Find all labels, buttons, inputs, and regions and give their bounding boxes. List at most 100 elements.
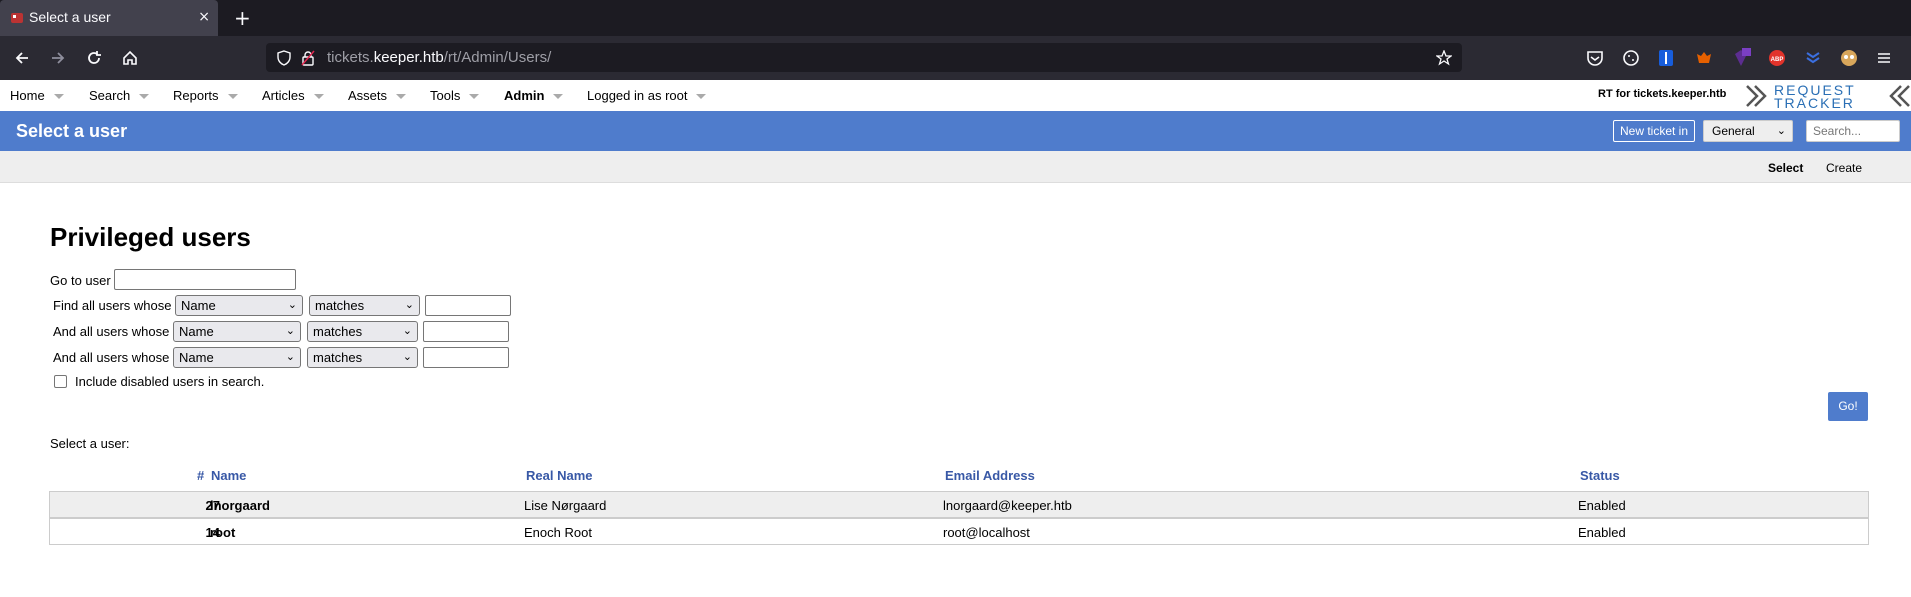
rt-for-label: RT for tickets.keeper.htb bbox=[1598, 88, 1727, 100]
close-icon[interactable]: × bbox=[198, 9, 210, 25]
user-real-name: Enoch Root bbox=[524, 525, 592, 540]
chevron-down-icon bbox=[53, 94, 64, 100]
rt-menu-bar: Home Search Reports Articles Assets Tool… bbox=[0, 80, 1911, 110]
chevron-down-icon bbox=[139, 94, 150, 100]
menu-tools-label: Tools bbox=[430, 88, 461, 103]
operator-select-1-value: matches bbox=[315, 298, 365, 313]
browser-tab[interactable]: Select a user × bbox=[0, 0, 218, 36]
menu-assets[interactable]: Assets bbox=[348, 88, 407, 103]
lock-icon[interactable] bbox=[300, 50, 316, 66]
user-status: Enabled bbox=[1578, 498, 1626, 513]
menu-icon[interactable] bbox=[1874, 48, 1894, 68]
menu-search-label: Search bbox=[89, 88, 131, 103]
include-disabled-checkbox[interactable] bbox=[54, 375, 67, 388]
profile-icon[interactable] bbox=[1839, 48, 1859, 68]
star-icon[interactable] bbox=[1436, 50, 1452, 66]
browser-tab-bar: Select a user × + bbox=[0, 0, 1911, 36]
go-button[interactable]: Go! bbox=[1828, 392, 1868, 421]
menu-articles[interactable]: Articles bbox=[262, 88, 324, 103]
queue-select[interactable]: General ⌄ bbox=[1703, 120, 1793, 142]
and-users-label-1: And all users whose bbox=[53, 324, 170, 339]
menu-search[interactable]: Search bbox=[89, 88, 150, 103]
menu-home-label: Home bbox=[10, 88, 45, 103]
go-to-user-input[interactable] bbox=[114, 269, 296, 290]
search-input[interactable]: Search... bbox=[1806, 120, 1900, 142]
table-row: 27 lnorgaard Lise Nørgaard lnorgaard@kee… bbox=[49, 491, 1869, 518]
user-email: root@localhost bbox=[943, 525, 1030, 540]
menu-tools[interactable]: Tools bbox=[430, 88, 480, 103]
url-bar[interactable]: tickets.keeper.htb/rt/Admin/Users/ bbox=[266, 43, 1462, 72]
menu-assets-label: Assets bbox=[348, 88, 388, 103]
reload-icon[interactable] bbox=[84, 48, 104, 68]
column-header-name[interactable]: Name bbox=[211, 468, 246, 483]
back-arrow-icon[interactable] bbox=[12, 48, 32, 68]
table-row: 14 root Enoch Root root@localhost Enable… bbox=[49, 518, 1869, 545]
bitwarden-icon[interactable] bbox=[1656, 48, 1676, 68]
field-select-2-value: Name bbox=[179, 324, 214, 339]
select-a-user-label: Select a user: bbox=[50, 436, 130, 451]
forward-arrow-icon[interactable] bbox=[48, 48, 68, 68]
chevron-down-icon: ⌄ bbox=[404, 299, 414, 311]
field-select-3-value: Name bbox=[179, 350, 214, 365]
find-users-label: Find all users whose bbox=[53, 298, 172, 313]
wappalyzer-icon[interactable] bbox=[1803, 48, 1823, 68]
page-header: Select a user New ticket in General ⌄ Se… bbox=[0, 111, 1911, 151]
hacktools-icon[interactable] bbox=[1731, 48, 1751, 68]
url-path: /rt/Admin/Users/ bbox=[443, 49, 552, 66]
svg-text:ABP: ABP bbox=[1771, 57, 1784, 63]
cookie-icon[interactable] bbox=[1621, 48, 1641, 68]
browser-nav-bar: tickets.keeper.htb/rt/Admin/Users/ ABP bbox=[0, 36, 1911, 80]
user-email: lnorgaard@keeper.htb bbox=[943, 498, 1072, 513]
operator-select-1[interactable]: matches ⌄ bbox=[309, 295, 420, 316]
value-input-1[interactable] bbox=[425, 295, 511, 316]
menu-articles-label: Articles bbox=[262, 88, 305, 103]
value-input-2[interactable] bbox=[423, 321, 509, 342]
home-icon[interactable] bbox=[120, 48, 140, 68]
operator-select-2[interactable]: matches ⌄ bbox=[307, 321, 418, 342]
chevron-down-icon bbox=[553, 94, 564, 100]
chevron-down-icon bbox=[696, 94, 707, 100]
user-name-link[interactable]: lnorgaard bbox=[210, 498, 270, 513]
field-select-3[interactable]: Name ⌄ bbox=[173, 347, 301, 368]
menu-admin-label: Admin bbox=[504, 88, 545, 103]
menu-home[interactable]: Home bbox=[10, 88, 64, 103]
field-select-1[interactable]: Name ⌄ bbox=[175, 295, 303, 316]
column-header-email[interactable]: Email Address bbox=[945, 468, 1035, 483]
page-title: Select a user bbox=[16, 121, 128, 141]
column-header-status[interactable]: Status bbox=[1580, 468, 1620, 483]
include-disabled-label: Include disabled users in search. bbox=[75, 374, 265, 389]
menu-reports[interactable]: Reports bbox=[173, 88, 238, 103]
chevron-down-icon: ⌄ bbox=[1776, 125, 1786, 137]
subnav-create[interactable]: Create bbox=[1826, 161, 1862, 175]
rt-favicon-icon bbox=[11, 13, 23, 23]
column-header-real-name[interactable]: Real Name bbox=[526, 468, 592, 483]
new-ticket-button[interactable]: New ticket in bbox=[1613, 120, 1696, 142]
chevron-down-icon bbox=[313, 94, 324, 100]
user-name-link[interactable]: root bbox=[210, 525, 235, 540]
value-input-3[interactable] bbox=[423, 347, 509, 368]
adblock-icon[interactable]: ABP bbox=[1767, 48, 1787, 68]
chevron-down-icon bbox=[227, 94, 238, 100]
chevron-down-icon bbox=[396, 94, 407, 100]
chevron-down-icon bbox=[469, 94, 480, 100]
privileged-users-heading: Privileged users bbox=[50, 222, 251, 252]
menu-logged-in[interactable]: Logged in as root bbox=[587, 88, 707, 103]
page-subnav: Select Create bbox=[0, 151, 1911, 183]
operator-select-2-value: matches bbox=[313, 324, 363, 339]
field-select-2[interactable]: Name ⌄ bbox=[173, 321, 301, 342]
subnav-select[interactable]: Select bbox=[1768, 161, 1803, 175]
menu-reports-label: Reports bbox=[173, 88, 219, 103]
foxyproxy-icon[interactable] bbox=[1694, 48, 1714, 68]
and-users-label-2: And all users whose bbox=[53, 350, 170, 365]
operator-select-3-value: matches bbox=[313, 350, 363, 365]
column-header-number[interactable]: # bbox=[197, 468, 204, 483]
menu-logged-in-label: Logged in as root bbox=[587, 88, 688, 103]
operator-select-3[interactable]: matches ⌄ bbox=[307, 347, 418, 368]
chevron-down-icon: ⌄ bbox=[285, 325, 295, 337]
shield-icon[interactable] bbox=[276, 50, 292, 66]
chevron-down-icon: ⌄ bbox=[287, 299, 297, 311]
user-real-name: Lise Nørgaard bbox=[524, 498, 607, 513]
new-tab-icon[interactable]: + bbox=[234, 6, 251, 30]
menu-admin[interactable]: Admin bbox=[504, 88, 564, 103]
pocket-icon[interactable] bbox=[1585, 48, 1605, 68]
